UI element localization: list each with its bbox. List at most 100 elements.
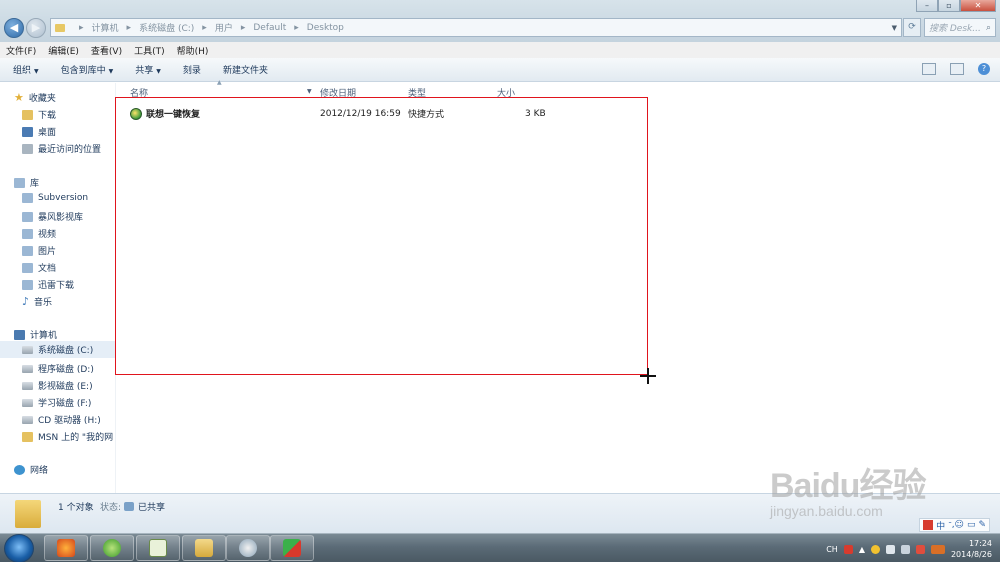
sidebar-item-videos[interactable]: 视频 [22,227,56,240]
downloads-folder-icon [22,109,33,120]
sidebar-item-recent[interactable]: 最近访问的位置 [22,142,101,155]
drive-icon [22,364,33,373]
drive-icon [22,381,33,390]
ime-toolbar[interactable]: 中 ᐨ,☺ ▭ ✎ [919,518,990,532]
menu-file[interactable]: 文件(F) [6,44,36,57]
desktop-icon [22,126,33,137]
sidebar-item-downloads[interactable]: 下载 [22,108,56,121]
menu-edit[interactable]: 编辑(E) [48,44,79,57]
new-folder-button[interactable]: 新建文件夹 [223,63,268,76]
menu-view[interactable]: 查看(V) [91,44,122,57]
sidebar-item-music[interactable]: ♪ 音乐 [22,294,52,309]
taskbar: CH ▲ 17:24 2014/8/26 [0,533,1000,562]
clock[interactable]: 17:24 2014/8/26 [951,538,992,560]
burn-button[interactable]: 刻录 [183,63,201,76]
sidebar-item-drive-e[interactable]: 影视磁盘 (E:) [22,379,93,392]
sidebar-item-xunlei[interactable]: 迅雷下载 [22,278,74,291]
tray-expand-icon[interactable]: ▲ [859,545,865,554]
sidebar-computer[interactable]: 计算机 [14,328,57,341]
organize-button[interactable]: 组织 ▼ [13,63,39,76]
nav-buttons: ◀ ▶ [4,18,46,38]
ime-tray-icon[interactable] [843,544,853,554]
folder-icon [15,500,41,528]
sidebar-item-pictures[interactable]: 图片 [22,244,56,257]
preview-pane-icon[interactable] [950,63,964,75]
sort-arrow-icon: ▲ [217,79,222,86]
sidebar-item-drive-d[interactable]: 程序磁盘 (D:) [22,362,94,375]
breadcrumb-default[interactable]: Default [253,23,286,33]
share-button[interactable]: 共享 ▼ [135,63,161,76]
menu-tools[interactable]: 工具(T) [134,44,165,57]
sidebar-item-desktop[interactable]: 桌面 [22,125,56,138]
tray-app-icon[interactable] [870,544,880,554]
sidebar-item-baofeng[interactable]: 暴风影视库 [22,210,83,223]
refresh-button[interactable]: ⟳ [903,18,921,37]
star-icon: ★ [14,90,24,104]
battery-icon[interactable] [930,544,945,554]
action-center-icon[interactable] [885,544,895,554]
ime-logo-icon [923,520,934,530]
minimize-button[interactable]: – [916,0,938,12]
network-tray-icon[interactable] [900,544,910,554]
system-tray: CH ▲ 17:24 2014/8/26 [826,537,992,561]
maximize-button[interactable]: ▫ [938,0,960,12]
music-icon: ♪ [22,294,30,308]
language-indicator[interactable]: CH [826,545,838,554]
download-library-icon [22,279,33,290]
clock-date: 2014/8/26 [950,550,992,559]
taskbar-paint[interactable] [226,535,270,561]
help-icon[interactable]: ? [978,63,990,75]
command-toolbar: 组织 ▼ 包含到库中 ▼ 共享 ▼ 刻录 新建文件夹 [0,58,1000,82]
address-dropdown-icon[interactable]: ▼ [892,24,897,32]
taskbar-360[interactable] [90,535,134,561]
back-button[interactable]: ◀ [4,18,24,38]
sidebar-item-msn[interactable]: MSN 上的 "我的网 [22,430,113,443]
notepad-icon [149,539,167,557]
security-app-icon [103,539,121,557]
drive-icon [22,398,33,407]
app-icon [283,539,301,557]
cd-drive-icon [22,415,33,424]
marquee-selection-rect [115,97,648,375]
breadcrumb-drive-c[interactable]: 系统磁盘 (C:) [139,21,194,34]
sidebar-item-drive-c[interactable]: 系统磁盘 (C:) [0,341,115,358]
search-input[interactable]: 搜索 Desk... ⌕ [924,18,996,37]
sidebar-item-subversion[interactable]: Subversion [22,193,88,203]
breadcrumb-desktop[interactable]: Desktop [307,23,344,33]
navigation-pane: ★ 收藏夹 下载 桌面 最近访问的位置 库 Subversion 暴风影视库 视频… [0,83,116,493]
taskbar-notepad[interactable] [136,535,180,561]
chevron-down-icon: ▼ [156,68,161,75]
include-in-library-button[interactable]: 包含到库中 ▼ [61,63,114,76]
breadcrumb-users[interactable]: 用户 [215,21,233,34]
video-library-icon [22,228,33,239]
clock-time: 17:24 [968,539,992,548]
keyboard-icon: ▭ [966,520,976,530]
volume-icon[interactable] [915,544,925,554]
pictures-library-icon [22,245,33,256]
taskbar-explorer[interactable] [182,535,226,561]
view-options-icon[interactable] [922,63,936,75]
firefox-icon [57,539,75,557]
wrench-icon: ✎ [978,520,986,530]
sidebar-item-cd-drive[interactable]: CD 驱动器 (H:) [22,413,101,426]
sidebar-item-documents[interactable]: 文档 [22,261,56,274]
paint-icon [239,539,257,557]
start-button[interactable] [4,534,34,562]
computer-icon [14,329,25,340]
forward-button[interactable]: ▶ [26,18,46,38]
recent-places-icon [22,143,33,154]
state-value: 已共享 [124,500,165,513]
folder-icon [55,23,65,32]
taskbar-app[interactable] [270,535,314,561]
chevron-down-icon[interactable]: ▼ [307,88,312,95]
close-button[interactable]: ✕ [960,0,996,12]
breadcrumb-computer[interactable]: 计算机 [92,21,119,34]
library-icon [14,177,25,188]
sidebar-favorites[interactable]: ★ 收藏夹 [14,90,56,105]
sidebar-network[interactable]: 网络 [14,463,48,476]
sidebar-libraries[interactable]: 库 [14,176,39,189]
sidebar-item-drive-f[interactable]: 学习磁盘 (F:) [22,396,91,409]
menu-help[interactable]: 帮助(H) [177,44,209,57]
address-bar[interactable]: ▸ 计算机 ▸ 系统磁盘 (C:) ▸ 用户 ▸ Default ▸ Deskt… [50,18,902,37]
taskbar-firefox[interactable] [44,535,88,561]
